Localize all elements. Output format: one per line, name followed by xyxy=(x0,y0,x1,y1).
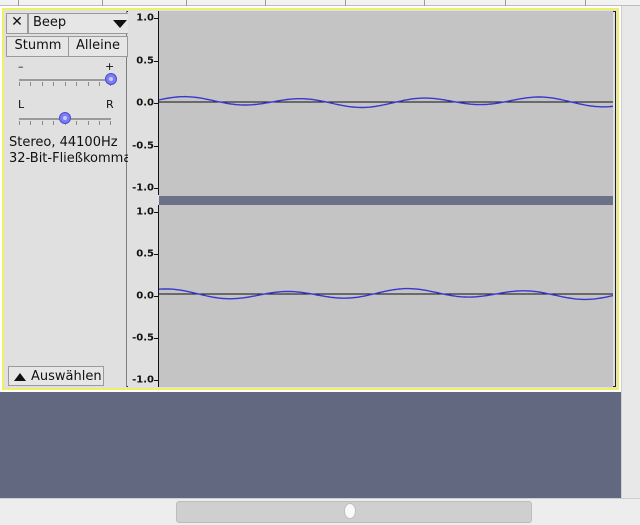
empty-track-area[interactable] xyxy=(0,392,621,498)
ruler-tick xyxy=(154,145,158,147)
ruler-label: 0.5 xyxy=(136,55,154,66)
close-icon: ✕ xyxy=(11,14,23,30)
waveform-left-svg xyxy=(159,95,613,109)
ruler-label: -0.5 xyxy=(132,140,154,151)
ruler-label: 0.0 xyxy=(136,97,154,109)
amplitude-ruler-right-channel: 1.0 0.5 0.0 -0.5 -1.0 xyxy=(128,205,159,387)
waveform-left-channel[interactable] xyxy=(159,11,613,196)
ruler-tick xyxy=(154,254,158,255)
amplitude-ruler-left-channel: 1.0 0.5 0.0 -0.5 -1.0 xyxy=(128,11,159,195)
track-name: Beep xyxy=(33,15,67,30)
ruler-tick xyxy=(154,18,158,19)
waveform-right-channel[interactable] xyxy=(159,205,613,387)
ruler-label: 1.0 xyxy=(136,206,154,218)
ruler-tick xyxy=(154,212,158,213)
scrollbar-grip-icon xyxy=(344,503,356,519)
ruler-label: -1.0 xyxy=(132,374,154,386)
ruler-label: -1.0 xyxy=(132,182,154,194)
mute-button[interactable]: Stumm xyxy=(6,36,70,57)
ruler-tick xyxy=(154,338,158,339)
gain-slider[interactable] xyxy=(19,69,117,91)
solo-button[interactable]: Alleine xyxy=(68,36,128,57)
select-track-button[interactable]: Auswählen xyxy=(8,366,104,386)
sample-rate-info: Stereo, 44100Hz xyxy=(9,135,118,150)
collapse-triangle-icon xyxy=(14,373,26,381)
ruler-tick xyxy=(154,380,158,381)
ruler-label: 1.0 xyxy=(136,12,154,24)
ruler-label: 0.0 xyxy=(136,290,154,302)
track-control-panel[interactable]: ✕ Beep Stumm Alleine – + L R Stereo, 441… xyxy=(4,11,132,387)
close-track-button[interactable]: ✕ xyxy=(6,13,28,34)
horizontal-scrollbar[interactable] xyxy=(0,498,640,525)
waveform-right-svg xyxy=(159,287,613,301)
ruler-label: 0.5 xyxy=(136,248,154,260)
dropdown-arrow-icon xyxy=(113,20,127,28)
ruler-tick xyxy=(154,60,158,62)
pan-slider-thumb[interactable] xyxy=(59,112,71,124)
pan-slider[interactable] xyxy=(19,108,111,130)
channel-divider xyxy=(159,196,613,205)
timeline-ruler[interactable] xyxy=(0,0,640,6)
ruler-tick xyxy=(154,103,158,104)
sample-format-info: 32-Bit-Fließkomma xyxy=(9,151,132,166)
gain-slider-thumb[interactable] xyxy=(105,73,117,85)
ruler-tick xyxy=(154,296,158,297)
vertical-scrollbar[interactable] xyxy=(621,6,640,498)
ruler-label: -0.5 xyxy=(132,332,154,344)
select-button-label: Auswählen xyxy=(31,369,102,384)
track-name-menu-button[interactable]: Beep xyxy=(28,13,132,34)
ruler-tick xyxy=(154,188,158,189)
